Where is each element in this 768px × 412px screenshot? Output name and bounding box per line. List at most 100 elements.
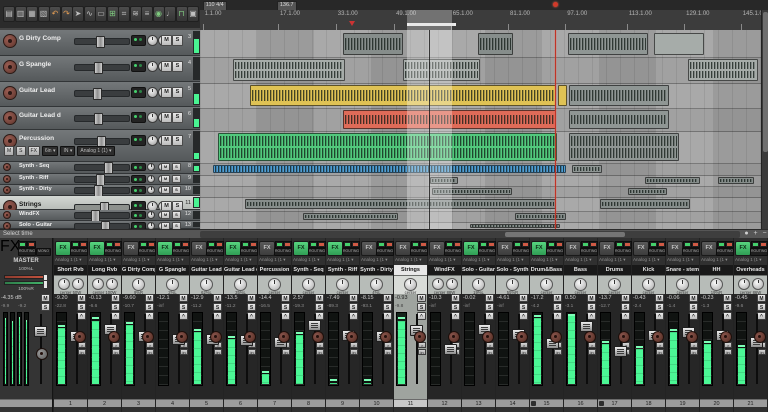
strip-input-selector[interactable]: Analog 1 (1 ▾ [463, 257, 494, 263]
strip-name[interactable]: Solo - Synth [496, 265, 529, 275]
strip-input-selector[interactable]: Analog 1 (1 ▾ [191, 257, 222, 263]
arrange-track-lane[interactable] [200, 198, 761, 212]
strip-record-arm[interactable] [210, 331, 222, 343]
track-volume-fader[interactable] [74, 115, 130, 122]
strip-input-mini[interactable]: in [350, 349, 358, 355]
strip-fx-button[interactable]: FX [463, 241, 479, 256]
arrange-item[interactable] [688, 59, 758, 81]
strip-pan-knob[interactable] [432, 278, 444, 290]
pan-knob[interactable] [147, 35, 158, 46]
strip-mute-button[interactable]: M [111, 294, 120, 302]
strip-record-arm[interactable] [516, 331, 528, 343]
tcp-track[interactable]: Solo - GuitarMS13 [0, 221, 200, 229]
horizontal-scroll-handle[interactable] [505, 232, 625, 237]
strip-solo-mini[interactable] [589, 241, 598, 248]
strip-record-arm[interactable] [482, 331, 494, 343]
strip-fx-button[interactable]: FX [531, 241, 547, 256]
track-volume-fader[interactable] [74, 176, 130, 183]
strip-name[interactable]: Guitar Lead d [224, 265, 257, 275]
mixer-scroll-dot[interactable]: ● [742, 230, 751, 238]
solo-button[interactable]: S [172, 87, 183, 98]
strip-input-mini[interactable]: in [486, 349, 494, 355]
strip-mute-button[interactable]: M [315, 294, 324, 302]
strip-record-arm[interactable] [584, 331, 596, 343]
strip-solo-button[interactable]: S [519, 303, 528, 311]
strip-solo-mini[interactable] [351, 241, 360, 248]
record-arm-button[interactable] [3, 186, 11, 194]
strip-name[interactable]: Solo - Guitar [462, 265, 495, 275]
track-fader-handle[interactable] [93, 88, 102, 100]
strip-solo-button[interactable]: S [111, 303, 120, 311]
strip-fx-button[interactable]: FX [259, 241, 275, 256]
strip-name[interactable]: Drum&Bass [530, 265, 563, 275]
track-volume-fader[interactable] [74, 38, 130, 45]
ripple-edit-icon[interactable]: ≋ [130, 6, 142, 22]
strip-fx-button[interactable]: FX [55, 241, 71, 256]
save-project-icon[interactable]: ▦ [26, 6, 38, 22]
strip-number[interactable]: 13 [462, 399, 495, 407]
tcp-track[interactable]: StringsMS11 [0, 196, 200, 210]
strip-record-arm[interactable] [618, 331, 630, 343]
strip-fx-button[interactable]: FX [123, 241, 139, 256]
mute-button[interactable]: M [161, 135, 172, 146]
strip-mute-button[interactable]: M [757, 294, 766, 302]
strip-name[interactable]: Synth - Dirty [360, 265, 393, 275]
strip-number[interactable]: 21 [734, 399, 767, 407]
arrange-track-lane[interactable] [200, 132, 761, 164]
strip-routing-button[interactable]: ROUTING [172, 248, 190, 256]
strip-fx-button[interactable]: FX [565, 241, 581, 256]
fx-chip[interactable]: FX [28, 146, 40, 156]
track-volume-fader[interactable] [74, 164, 130, 171]
strip-name[interactable]: WindFX [428, 265, 461, 275]
strip-input-mini[interactable]: in [146, 349, 154, 355]
strip-record-arm[interactable] [244, 331, 256, 343]
arrange-item[interactable] [233, 59, 345, 81]
strip-input-mini[interactable]: in [78, 349, 86, 355]
strip-record-arm[interactable] [346, 331, 358, 343]
strip-mute-button[interactable]: M [77, 294, 86, 302]
strip-env-button[interactable]: ^ [689, 312, 698, 320]
strip-fx-button[interactable]: FX [395, 241, 411, 256]
arrange-horizontal-scrollbar[interactable] [200, 231, 740, 238]
track-volume-fader[interactable] [74, 90, 130, 97]
strip-routing-button[interactable]: ROUTING [444, 248, 462, 256]
arrange-item[interactable] [343, 33, 403, 55]
strip-number[interactable]: 1 [54, 399, 87, 407]
strip-solo-button[interactable]: S [315, 303, 324, 311]
strip-env-button[interactable]: ^ [655, 312, 664, 320]
strip-solo-button[interactable]: S [145, 303, 154, 311]
strip-fx-button[interactable]: FX [599, 241, 615, 256]
strip-env-button[interactable]: ^ [179, 312, 188, 320]
strip-routing-button[interactable]: ROUTING [70, 248, 88, 256]
track-routing-button[interactable] [131, 112, 146, 123]
strip-fx-button[interactable]: FX [157, 241, 173, 256]
arrange-track-lane[interactable] [200, 109, 761, 132]
pan-knob[interactable] [147, 211, 155, 219]
strip-input-selector[interactable]: Analog 1 (1 ▾ [565, 257, 596, 263]
strip-input-mini[interactable]: in [724, 349, 732, 355]
solo-button[interactable]: S [172, 35, 183, 46]
solo-button[interactable]: S [172, 163, 181, 171]
strip-mute-button[interactable]: M [689, 294, 698, 302]
strip-number[interactable]: 10 [360, 399, 393, 407]
strip-env-button[interactable]: ^ [417, 312, 426, 320]
strip-name[interactable]: Overheads [734, 265, 767, 275]
mute-button[interactable]: M [161, 163, 170, 171]
open-project-icon[interactable]: ▥ [15, 6, 27, 22]
strip-pan-knob[interactable] [92, 278, 104, 290]
tcp-track[interactable]: Synth - DirtyMS10 [0, 185, 200, 196]
arrange-item[interactable] [600, 199, 690, 209]
track-routing-button[interactable] [131, 186, 146, 194]
solo-button[interactable]: S [172, 112, 183, 123]
strip-routing-button[interactable]: ROUTING [648, 248, 666, 256]
track-routing-button[interactable] [131, 135, 146, 146]
strip-input-mini[interactable]: in [112, 349, 120, 355]
arrange-vertical-scrollbar[interactable] [761, 10, 768, 229]
track-routing-button[interactable] [131, 175, 146, 183]
strip-input-mini[interactable]: in [248, 349, 256, 355]
mute-button[interactable]: M [161, 87, 172, 98]
pan-knob[interactable] [147, 175, 155, 183]
track-volume-fader[interactable] [74, 138, 130, 145]
strip-input-selector[interactable]: Analog 1 (1 ▾ [225, 257, 256, 263]
master-mute-mini[interactable] [18, 241, 27, 248]
